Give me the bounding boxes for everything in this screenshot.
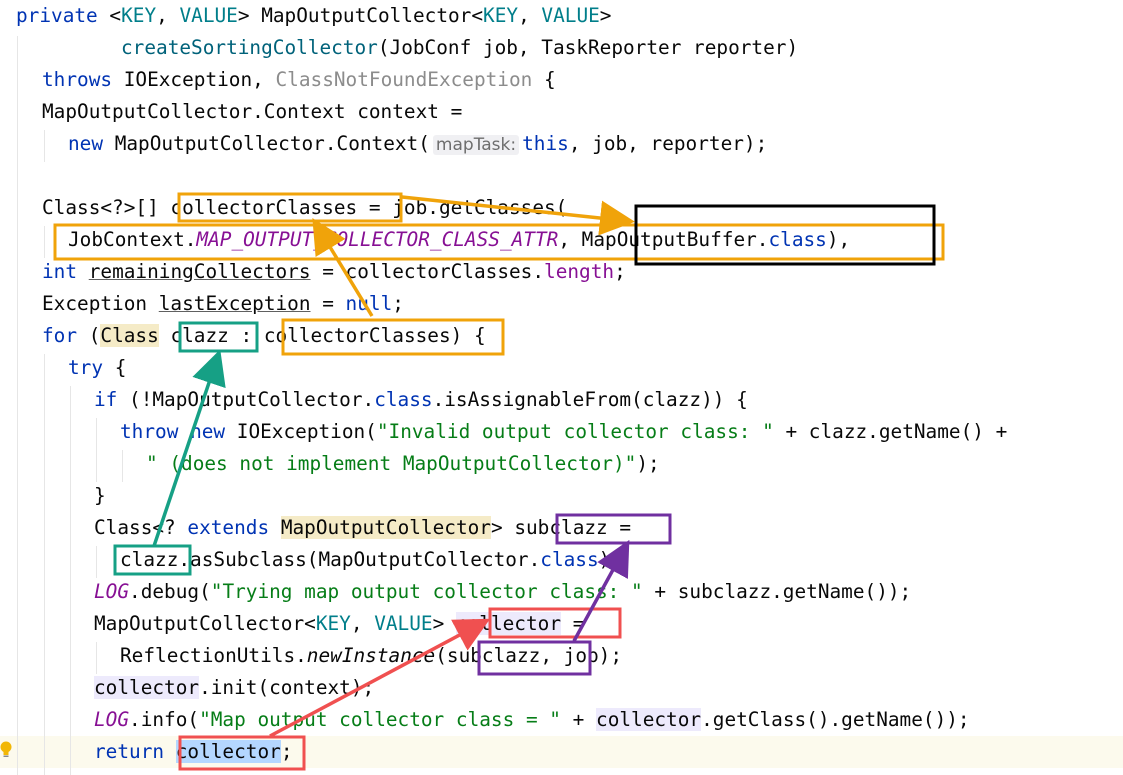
code-line: ReflectionUtils.newInstance(subclazz, jo… [120, 644, 623, 667]
code-line: int remainingCollectors = collectorClass… [42, 260, 626, 283]
code-line: throw new IOException("Invalid output co… [120, 420, 1008, 443]
code-line: collector.init(context); [94, 676, 375, 699]
code-line: Exception lastException = null; [42, 292, 404, 315]
indent-guide [122, 450, 123, 482]
indent-guide [70, 386, 71, 775]
code-line: if (!MapOutputCollector.class.isAssignab… [94, 388, 748, 411]
indent-guide [96, 546, 97, 578]
code-line: for (Class clazz : collectorClasses) { [42, 324, 486, 347]
code-line: new MapOutputCollector.Context(mapTask: t… [68, 132, 768, 155]
code-line: return collector; [94, 740, 293, 763]
code-line: Class<? extends MapOutputCollector> subc… [94, 516, 632, 539]
code-line: throws IOException, ClassNotFoundExcepti… [42, 68, 556, 91]
indent-guide [44, 226, 45, 258]
code-line: LOG.info("Map output collector class = "… [94, 708, 970, 731]
indent-guide [44, 354, 45, 775]
code-line: Class<?>[] collectorClasses = job.getCla… [42, 196, 568, 219]
parameter-hint: mapTask: [432, 135, 520, 155]
indent-guide [96, 418, 97, 482]
code-line: try { [68, 356, 127, 379]
indent-guide [96, 642, 97, 674]
indent-guide [17, 36, 18, 775]
code-line: } [94, 484, 106, 507]
code-line: JobContext.MAP_OUTPUT_COLLECTOR_CLASS_AT… [68, 228, 851, 251]
code-editor[interactable]: private <KEY, VALUE> MapOutputCollector<… [0, 0, 1123, 775]
code-line: MapOutputCollector.Context context = [42, 100, 463, 123]
lightbulb-icon[interactable] [0, 741, 12, 759]
code-line: clazz.asSubclass(MapOutputCollector.clas… [120, 548, 623, 571]
code-line: private <KEY, VALUE> MapOutputCollector<… [16, 4, 612, 27]
code-line: createSortingCollector(JobConf job, Task… [121, 36, 799, 59]
indent-guide [44, 130, 45, 162]
code-line: LOG.debug("Trying map output collector c… [94, 580, 912, 603]
code-line: MapOutputCollector<KEY, VALUE> collector… [94, 612, 585, 635]
code-line: " (does not implement MapOutputCollector… [146, 452, 660, 475]
